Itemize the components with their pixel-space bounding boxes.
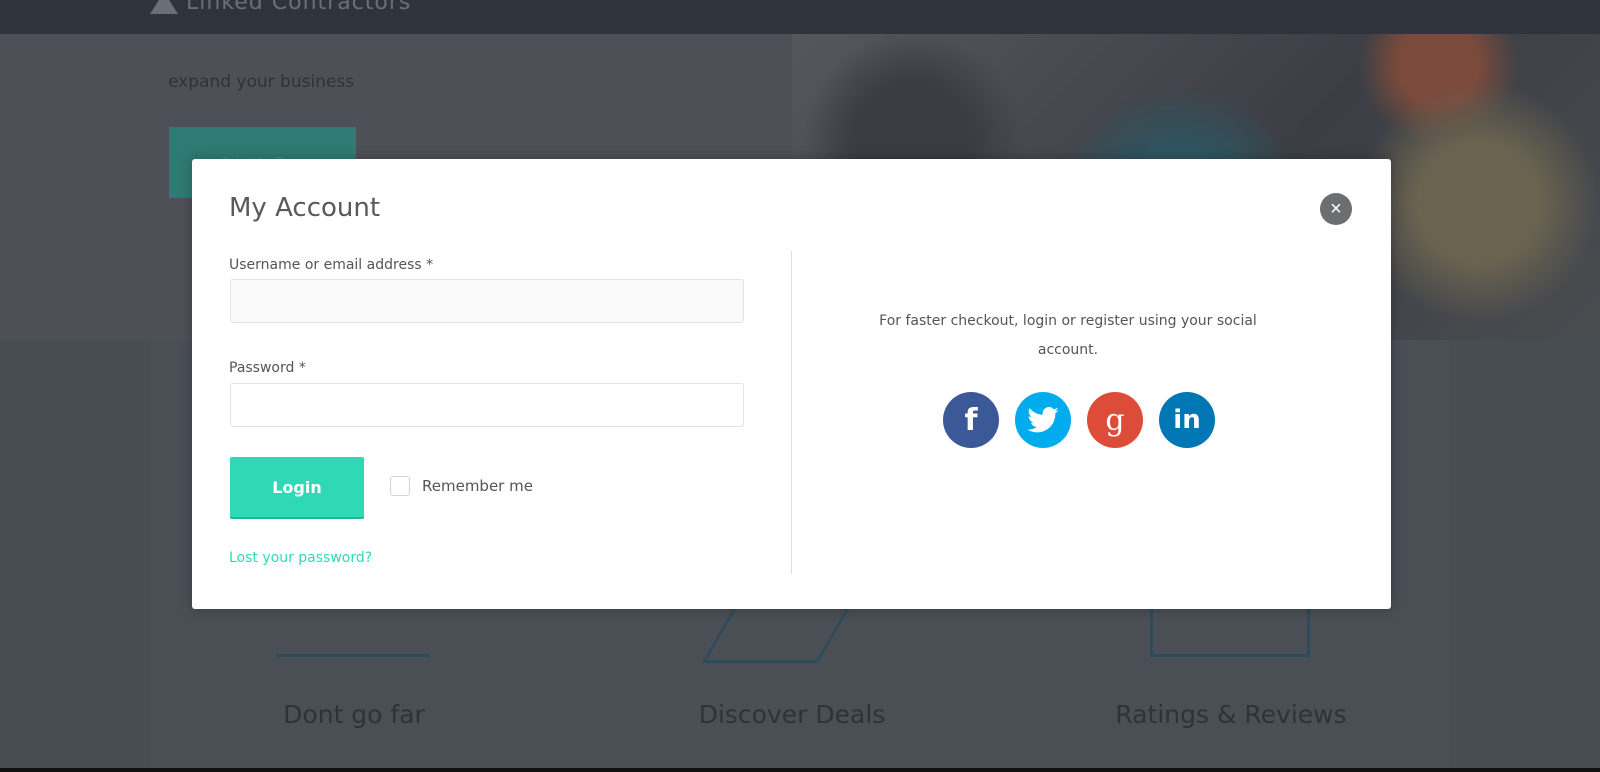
twitter-icon[interactable] bbox=[1015, 392, 1071, 448]
page-bottom-border bbox=[0, 768, 1600, 772]
social-login-buttons: f g in bbox=[943, 392, 1215, 448]
hero-tagline: expand your business bbox=[168, 72, 355, 92]
column-divider bbox=[791, 251, 792, 574]
facebook-icon[interactable]: f bbox=[943, 392, 999, 448]
feature-title-dont-go-far: Dont go far bbox=[283, 700, 425, 729]
feature-title-ratings-reviews: Ratings & Reviews bbox=[1115, 700, 1347, 729]
feature-title-discover-deals: Discover Deals bbox=[698, 700, 886, 729]
facebook-glyph: f bbox=[964, 402, 978, 438]
brand-name: Linked Contractors bbox=[186, 0, 412, 15]
password-label: Password * bbox=[229, 360, 306, 376]
my-account-modal: My Account × Username or email address *… bbox=[192, 159, 1391, 609]
close-icon[interactable]: × bbox=[1320, 193, 1352, 225]
google-glyph: g bbox=[1105, 402, 1125, 438]
remember-me-label: Remember me bbox=[422, 477, 533, 495]
brand-logo-icon bbox=[150, 0, 178, 14]
google-plus-icon[interactable]: g bbox=[1087, 392, 1143, 448]
remember-me-checkbox[interactable] bbox=[390, 476, 410, 496]
social-login-text: For faster checkout, login or register u… bbox=[879, 313, 1257, 358]
twitter-bird-icon bbox=[1027, 407, 1059, 433]
modal-title: My Account bbox=[229, 193, 381, 223]
top-nav-bar: Linked Contractors bbox=[0, 0, 1600, 34]
brand-logo[interactable]: Linked Contractors bbox=[150, 0, 411, 15]
linkedin-icon[interactable]: in bbox=[1159, 392, 1215, 448]
username-label: Username or email address * bbox=[229, 257, 434, 273]
username-input[interactable] bbox=[230, 279, 744, 323]
linkedin-glyph: in bbox=[1173, 405, 1201, 435]
login-button[interactable]: Login bbox=[230, 457, 364, 517]
lost-password-link[interactable]: Lost your password? bbox=[229, 550, 372, 566]
remember-me[interactable]: Remember me bbox=[390, 476, 533, 496]
password-input[interactable] bbox=[230, 383, 744, 427]
